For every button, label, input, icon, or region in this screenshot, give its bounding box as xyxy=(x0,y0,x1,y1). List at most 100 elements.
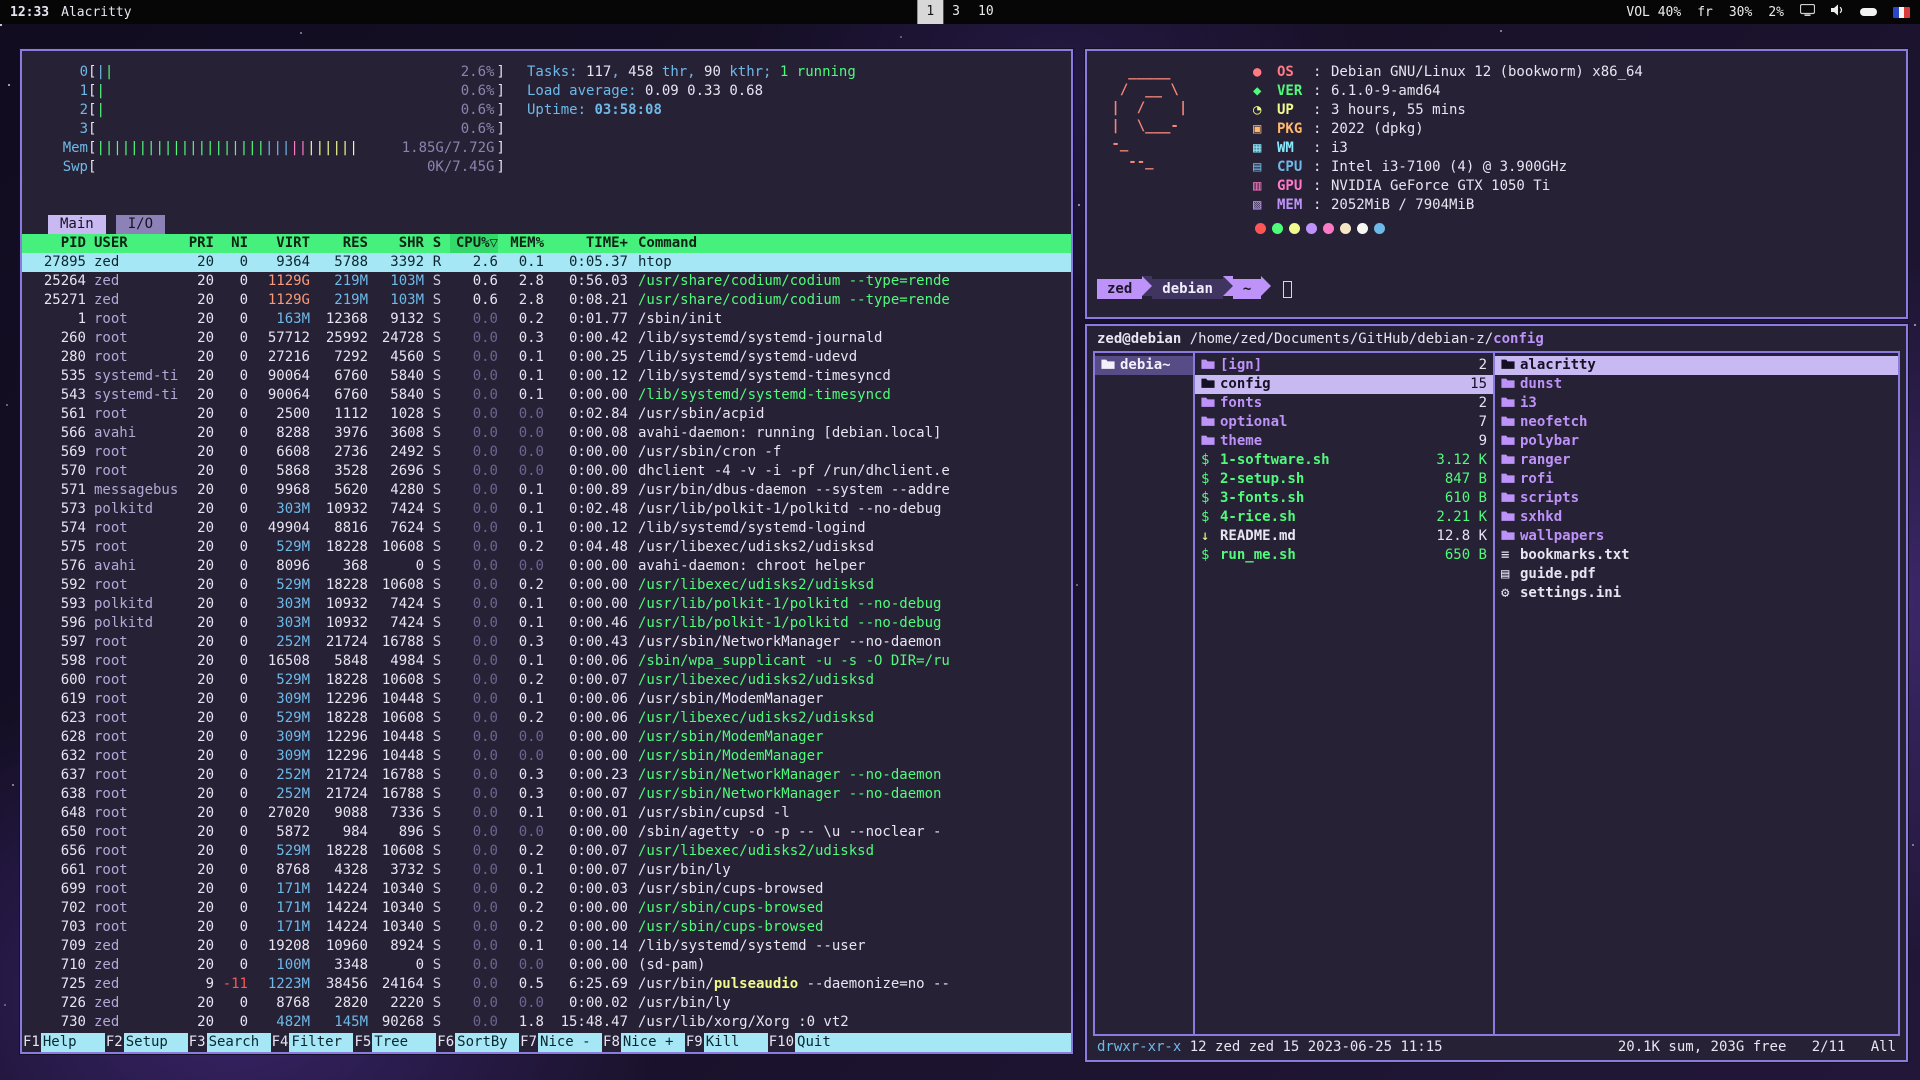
process-row-pid-25264[interactable]: 25264zed2001129G219M103MS0.62.80:56.03/u… xyxy=(22,272,1071,291)
process-row-pid-619[interactable]: 619root200309M1229610448S0.00.10:00.06/u… xyxy=(22,690,1071,709)
process-row-pid-570[interactable]: 570root200586835282696S0.00.00:00.00dhcl… xyxy=(22,462,1071,481)
process-row-pid-571[interactable]: 571messagebus200996856204280S0.00.10:00.… xyxy=(22,481,1071,500)
fkey-f9[interactable]: F9Kill xyxy=(685,1033,768,1052)
workspace-button-3[interactable]: 3 xyxy=(943,0,969,24)
htop-terminal-window[interactable]: 0[||2.6%]1[|0.6%]2[|0.6%]3[0.6%]Mem[||||… xyxy=(20,49,1073,1054)
file-row-fonts[interactable]: fonts2 xyxy=(1195,394,1493,413)
process-row-pid-709[interactable]: 709zed20019208109608924S0.00.10:00.14/li… xyxy=(22,937,1071,956)
process-row-pid-600[interactable]: 600root200529M1822810608S0.00.20:00.07/u… xyxy=(22,671,1071,690)
process-row-pid-573[interactable]: 573polkitd200303M109327424S0.00.10:02.48… xyxy=(22,500,1071,519)
file-row-dunst[interactable]: dunst xyxy=(1495,375,1898,394)
process-row-pid-699[interactable]: 699root200171M1422410340S0.00.20:00.03/u… xyxy=(22,880,1071,899)
file-row-alacritty[interactable]: alacritty xyxy=(1495,356,1898,375)
file-row-4-rice-sh[interactable]: $4-rice.sh2.21 K xyxy=(1195,508,1493,527)
htop-column-header-row[interactable]: PIDUSERPRINIVIRTRESSHRSCPU%▽MEM%TIME+Com… xyxy=(22,234,1071,253)
fkey-f8[interactable]: F8Nice + xyxy=(602,1033,685,1052)
process-row-pid-561[interactable]: 561root200250011121028S0.00.00:02.84/usr… xyxy=(22,405,1071,424)
file-row-ign[interactable]: [ign]2 xyxy=(1195,356,1493,375)
workspace-button-10[interactable]: 10 xyxy=(969,0,1003,24)
process-row-pid-576[interactable]: 576avahi20080963680S0.00.00:00.00avahi-d… xyxy=(22,557,1071,576)
process-row-pid-637[interactable]: 637root200252M2172416788S0.00.30:00.23/u… xyxy=(22,766,1071,785)
file-row-neofetch[interactable]: neofetch xyxy=(1495,413,1898,432)
txt-file-icon: ≡ xyxy=(1501,546,1520,565)
file-row-readme-md[interactable]: ↓README.md12.8 K xyxy=(1195,527,1493,546)
file-row-polybar[interactable]: polybar xyxy=(1495,432,1898,451)
process-row-pid-566[interactable]: 566avahi200828839763608S0.00.00:00.08ava… xyxy=(22,424,1071,443)
file-row-wallpapers[interactable]: wallpapers xyxy=(1495,527,1898,546)
process-row-pid-650[interactable]: 650root2005872984896S0.00.00:00.00/sbin/… xyxy=(22,823,1071,842)
battery-icon[interactable] xyxy=(1860,5,1877,20)
fkey-f6[interactable]: F6SortBy xyxy=(436,1033,519,1052)
process-row-pid-725[interactable]: 725zed9-111223M3845624164S0.00.56:25.69/… xyxy=(22,975,1071,994)
speaker-icon[interactable] xyxy=(1831,4,1844,20)
process-row-pid-575[interactable]: 575root200529M1822810608S0.00.20:04.48/u… xyxy=(22,538,1071,557)
file-manager-window[interactable]: zed@debian /home/zed/Documents/GitHub/de… xyxy=(1085,324,1908,1062)
process-row-pid-703[interactable]: 703root200171M1422410340S0.00.20:00.00/u… xyxy=(22,918,1071,937)
process-row-pid-628[interactable]: 628root200309M1229610448S0.00.00:00.00/u… xyxy=(22,728,1071,747)
htop-tab-main[interactable]: Main xyxy=(48,215,106,234)
fkey-f3[interactable]: F3Search xyxy=(188,1033,271,1052)
fkey-f7[interactable]: F7Nice - xyxy=(519,1033,602,1052)
fkey-f5[interactable]: F5Tree xyxy=(353,1033,436,1052)
fr-flag-icon[interactable] xyxy=(1893,7,1910,18)
htop-tab-i-o[interactable]: I/O xyxy=(116,215,165,234)
file-row-rofi[interactable]: rofi xyxy=(1495,470,1898,489)
process-row-pid-623[interactable]: 623root200529M1822810608S0.00.20:00.06/u… xyxy=(22,709,1071,728)
file-row-scripts[interactable]: scripts xyxy=(1495,489,1898,508)
file-row-i3[interactable]: i3 xyxy=(1495,394,1898,413)
process-row-pid-593[interactable]: 593polkitd200303M109327424S0.00.10:00.00… xyxy=(22,595,1071,614)
display-icon[interactable] xyxy=(1800,4,1815,20)
process-row-pid-27895[interactable]: 27895zed200936457883392R2.60.10:05.37hto… xyxy=(22,253,1071,272)
cell-pid: 726 xyxy=(26,994,86,1013)
process-row-pid-260[interactable]: 260root200577122599224728S0.00.30:00.42/… xyxy=(22,329,1071,348)
process-row-pid-661[interactable]: 661root200876843283732S0.00.10:00.07/usr… xyxy=(22,861,1071,880)
neofetch-terminal-window[interactable]: _____ / __ \ | / | | \___- -_ --_ ●OS : … xyxy=(1085,49,1908,319)
file-row-3-fonts-sh[interactable]: $3-fonts.sh610 B xyxy=(1195,489,1493,508)
process-row-pid-1[interactable]: 1root200163M123689132S0.00.20:01.77/sbin… xyxy=(22,310,1071,329)
cell-time: 0:02.48 xyxy=(544,500,628,519)
process-row-pid-574[interactable]: 574root2004990488167624S0.00.10:00.12/li… xyxy=(22,519,1071,538)
process-row-pid-543[interactable]: 543systemd-ti2009006467605840S0.00.10:00… xyxy=(22,386,1071,405)
file-row-guide-pdf[interactable]: ▤guide.pdf xyxy=(1495,565,1898,584)
file-row-theme[interactable]: theme9 xyxy=(1195,432,1493,451)
fkey-f4[interactable]: F4Filter xyxy=(271,1033,354,1052)
fkey-f2[interactable]: F2Setup xyxy=(105,1033,188,1052)
process-row-pid-280[interactable]: 280root2002721672924560S0.00.10:00.25/li… xyxy=(22,348,1071,367)
cell-time: 0:00.00 xyxy=(544,557,628,576)
process-row-pid-25271[interactable]: 25271zed2001129G219M103MS0.62.80:08.21/u… xyxy=(22,291,1071,310)
cell-cpu: 0.0 xyxy=(450,557,498,576)
process-row-pid-592[interactable]: 592root200529M1822810608S0.00.20:00.00/u… xyxy=(22,576,1071,595)
process-row-pid-632[interactable]: 632root200309M1229610448S0.00.00:00.00/u… xyxy=(22,747,1071,766)
neofetch-line-cpu: ▤CPU: Intel i3-7100 (4) @ 3.900GHz xyxy=(1253,158,1643,177)
cell-shr: 5840 xyxy=(368,367,424,386)
process-row-pid-535[interactable]: 535systemd-ti2009006467605840S0.00.10:00… xyxy=(22,367,1071,386)
file-row-config[interactable]: config15 xyxy=(1195,375,1493,394)
shell-prompt[interactable]: zeddebian~ xyxy=(1097,279,1292,299)
cell-pid: 703 xyxy=(26,918,86,937)
file-row-run-me-sh[interactable]: $run_me.sh650 B xyxy=(1195,546,1493,565)
file-row-ranger[interactable]: ranger xyxy=(1495,451,1898,470)
process-row-pid-702[interactable]: 702root200171M1422410340S0.00.20:00.00/u… xyxy=(22,899,1071,918)
process-row-pid-598[interactable]: 598root2001650858484984S0.00.10:00.06/sb… xyxy=(22,652,1071,671)
file-row-sxhkd[interactable]: sxhkd xyxy=(1495,508,1898,527)
process-row-pid-648[interactable]: 648root2002702090887336S0.00.10:00.01/us… xyxy=(22,804,1071,823)
file-row-optional[interactable]: optional7 xyxy=(1195,413,1493,432)
cell-command: dhclient -4 -v -i -pf /run/dhclient.e xyxy=(628,462,1071,481)
process-row-pid-730[interactable]: 730zed200482M145M90268S0.01.815:48.47/us… xyxy=(22,1013,1071,1032)
file-row-2-setup-sh[interactable]: $2-setup.sh847 B xyxy=(1195,470,1493,489)
fkey-f1[interactable]: F1Help xyxy=(22,1033,105,1052)
file-row-debia[interactable]: debia~ xyxy=(1095,356,1193,375)
workspace-button-1[interactable]: 1 xyxy=(917,0,943,24)
file-row-settings-ini[interactable]: ⚙settings.ini xyxy=(1495,584,1898,603)
process-row-pid-596[interactable]: 596polkitd200303M109327424S0.00.10:00.46… xyxy=(22,614,1071,633)
process-row-pid-569[interactable]: 569root200660827362492S0.00.00:00.00/usr… xyxy=(22,443,1071,462)
process-row-pid-656[interactable]: 656root200529M1822810608S0.00.20:00.07/u… xyxy=(22,842,1071,861)
fkey-f10[interactable]: F10Quit xyxy=(768,1033,859,1052)
process-row-pid-710[interactable]: 710zed200100M33480S0.00.00:00.00(sd-pam) xyxy=(22,956,1071,975)
process-row-pid-638[interactable]: 638root200252M2172416788S0.00.30:00.07/u… xyxy=(22,785,1071,804)
file-row-bookmarks-txt[interactable]: ≡bookmarks.txt xyxy=(1495,546,1898,565)
process-row-pid-726[interactable]: 726zed200876828202220S0.00.00:00.02/usr/… xyxy=(22,994,1071,1013)
file-row-1-software-sh[interactable]: $1-software.sh3.12 K xyxy=(1195,451,1493,470)
terminal-cursor[interactable] xyxy=(1283,281,1292,298)
process-row-pid-597[interactable]: 597root200252M2172416788S0.00.30:00.43/u… xyxy=(22,633,1071,652)
